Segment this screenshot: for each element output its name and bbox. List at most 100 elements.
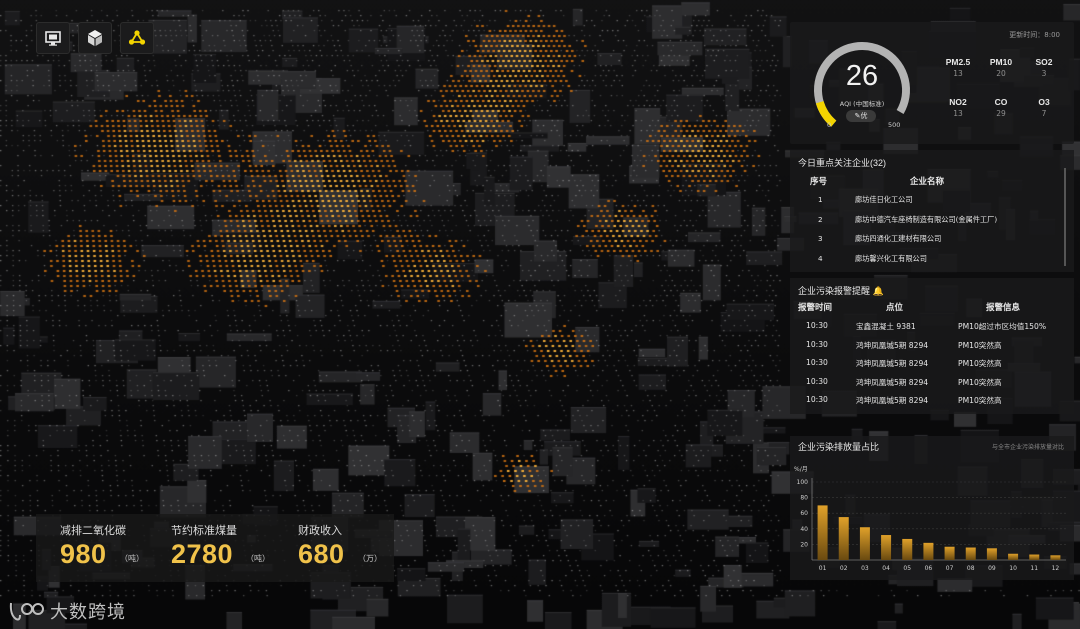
x-tick-label: 02 [840,565,848,572]
x-tick-label: 06 [925,565,933,572]
enterprise-no: 2 [818,214,823,224]
pollutant-value: 3 [1041,69,1047,78]
monitor-button[interactable] [36,22,70,54]
x-tick-label: 01 [819,565,827,572]
col-no-header: 序号 [810,177,828,187]
alarm-point: 鸿坤凤凰城5期 8294 [856,396,929,406]
x-tick-label: 12 [1052,565,1060,572]
emission-ratio-panel: 企业污染排放量占比 与全市企业污染排放量对比 %/月 100 80 60 40 20 01 0… [790,436,1074,580]
bar-06 [923,542,934,560]
alarm-row[interactable]: 10:30 宝鑫混凝土 9381 PM10超过市区均值150% [790,321,1070,340]
alarm-time: 10:30 [806,395,828,405]
enterprises-title: 今日重点关注企业(32) [798,158,887,169]
stat-unit: （吨） [120,554,144,563]
aqi-panel: 更新时间：8:00 26 AQI (中国标准) ✎优 0 500 PM2.5 13… [790,22,1074,144]
pollution-alarm-panel: 企业污染报警提醒 🔔 报警时间 点位 报警信息 10:30 宝鑫混凝土 9381 P… [790,278,1074,414]
y-tick-label: 80 [800,495,808,502]
x-tick-label: 04 [882,565,890,572]
scrollbar[interactable] [1064,168,1066,266]
alarm-info: PM10突然高 [958,377,1002,387]
pollutant-so2: SO2 3 [1026,57,1062,78]
stat-item: 减排二氧化碳 980 （吨） [60,522,144,569]
pollutant-no2: NO2 13 [940,97,976,118]
enterprise-row[interactable]: 1 廊坊佳日化工公司 [790,195,1050,214]
enterprise-no: 1 [818,195,823,204]
pollutant-pm10: PM10 20 [983,57,1019,78]
network-icon [128,30,146,45]
alarm-row[interactable]: 10:30 鸿坤凤凰城5期 8294 PM10突然高 [790,395,1070,414]
alarm-point: 鸿坤凤凰城5期 8294 [856,359,929,369]
pollutant-value: 29 [996,109,1006,118]
pollutant-name: PM2.5 [945,57,971,67]
x-tick-label: 08 [967,565,975,572]
stat-value: 2780 [171,539,234,569]
pollutant-o3: O3 7 [1026,97,1062,118]
enterprise-no: 3 [818,234,823,243]
alarm-point: 鸿坤凤凰城5期 8294 [856,377,929,387]
alarm-time: 10:30 [806,321,828,330]
x-tick-label: 07 [946,565,954,572]
x-tick-label: 10 [1009,565,1017,572]
update-time: 更新时间：8:00 [1009,31,1060,39]
pollutant-name: NO2 [949,97,967,107]
enterprise-name: 廊坊馨兴化工有限公司 [855,253,927,263]
network-button[interactable] [120,22,154,54]
stat-label: 财政收入 [298,524,342,537]
bar-03 [859,527,870,560]
pollutant-value: 13 [953,109,963,118]
col-point-header: 点位 [886,303,904,313]
stat-item: 财政收入 680 （万） [298,522,382,569]
enterprise-no: 4 [818,253,823,263]
aqi-value: 26 [845,60,879,92]
alarm-row[interactable]: 10:30 鸿坤凤凰城5期 8294 PM10突然高 [790,377,1070,396]
brand-logo: 大数跨境 [8,598,126,624]
gauge-max: 500 [888,121,901,129]
bar-05 [902,538,913,560]
stat-value: 680 [298,539,345,569]
stat-value: 980 [60,539,107,569]
pollutant-name: CO [994,97,1008,107]
alarm-title: 企业污染报警提醒 🔔 [798,287,885,297]
enterprise-name: 廊坊佳日化工公司 [855,195,913,204]
alarm-row[interactable]: 10:30 鸿坤凤凰城5期 8294 PM10突然高 [790,340,1070,359]
toolbar [36,22,154,54]
bar-12 [1050,555,1061,560]
col-time-header: 报警时间 [798,303,833,313]
stat-unit: （万） [358,554,382,563]
bar-02 [838,517,849,560]
y-tick-label: 100 [797,479,809,486]
col-info-header: 报警信息 [986,303,1021,313]
pollutant-co: CO 29 [983,97,1019,118]
alarm-info: PM10突然高 [958,396,1002,406]
alarm-point: 鸿坤凤凰城5期 8294 [856,340,929,350]
alarm-time: 10:30 [806,339,828,349]
emission-bar-chart: %/月 100 80 60 40 20 01 02 03 04 05 06 07 08 09 10 11 12 [794,466,1066,572]
enterprise-name: 廊坊四通化工建材有限公司 [855,234,942,243]
gauge-min: 0 [827,121,832,129]
alarm-row[interactable]: 10:30 鸿坤凤凰城5期 8294 PM10突然高 [790,358,1070,377]
cube-button[interactable] [78,22,112,54]
enterprise-row[interactable]: 3 廊坊四通化工建材有限公司 [790,234,1050,253]
enterprise-row[interactable]: 4 廊坊馨兴化工有限公司 [790,254,1050,273]
alarm-time: 10:30 [806,376,828,386]
pollutant-value: 20 [996,69,1006,78]
bar-10 [1008,553,1019,560]
logo-mark-icon [9,602,44,621]
y-tick-label: 60 [800,510,808,517]
pollutant-name: SO2 [1035,57,1053,67]
x-tick-label: 03 [861,565,869,572]
bell-icon: 🔔 [872,287,885,297]
alarm-info: PM10突然高 [958,359,1002,369]
stats-panel: 减排二氧化碳 980 （吨） 节约标准煤量 2780 （吨） 财政收入 680 （万） [36,514,394,582]
key-enterprises-panel: 今日重点关注企业(32) 序号 企业名称 1 廊坊佳日化工公司 2 廊坊中德汽车座椅制… [790,150,1074,272]
bar-01 [817,505,828,560]
monitor-icon [45,31,61,46]
enterprise-row[interactable]: 2 廊坊中德汽车座椅制造有限公司(金属件工厂) [790,215,1050,234]
x-tick-label: 05 [903,565,911,572]
y-tick-label: 20 [800,541,808,548]
stat-unit: （吨） [246,554,270,563]
pollutant-name: PM10 [989,57,1013,67]
alarm-point: 宝鑫混凝土 9381 [856,322,916,331]
cube-icon [88,30,102,46]
pollutant-pm25: PM2.5 13 [940,57,976,78]
